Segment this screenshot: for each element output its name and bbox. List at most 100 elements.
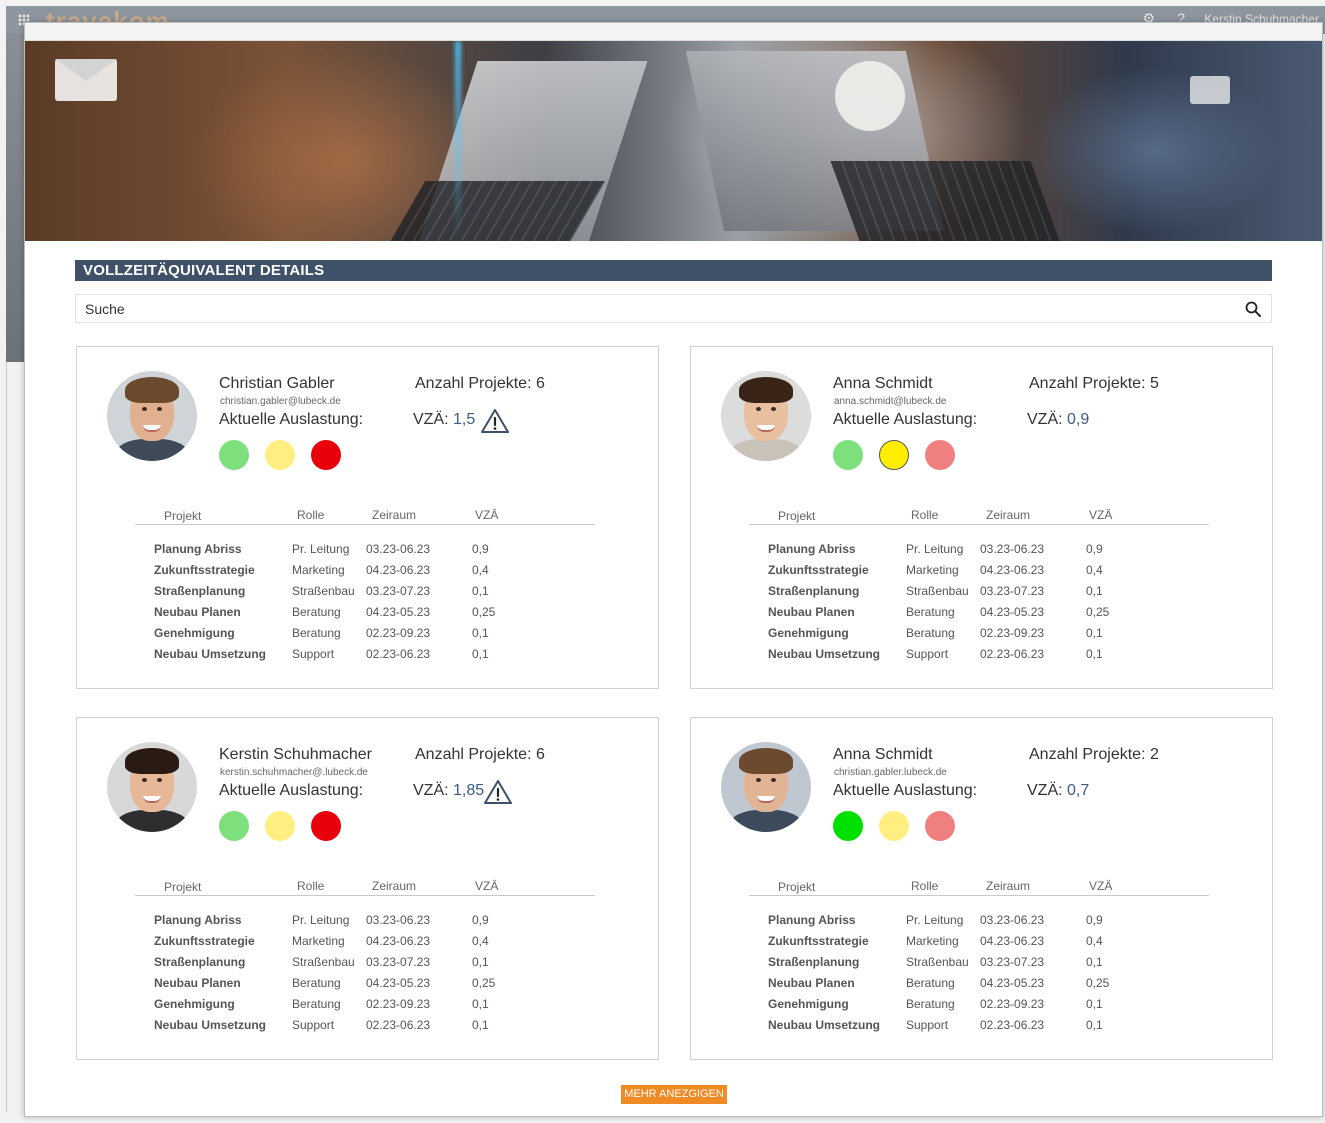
table-row: Planung Abriss Pr. Leitung 03.23-06.23 0… [749,913,1209,934]
row-projekt: Straßenplanung [154,584,246,598]
row-zeitraum: 04.23-05.23 [980,976,1045,990]
row-zeitraum: 03.23-06.23 [366,542,431,556]
row-rolle: Straßenbau [292,584,355,598]
col-vza: VZÄ [475,879,499,893]
section-title: VOLLZEITÄQUIVALENT DETAILS [75,260,1272,281]
row-vza: 0,25 [472,976,496,990]
row-zeitraum: 04.23-05.23 [980,605,1045,619]
row-vza: 0,1 [472,1018,489,1032]
col-rolle: Rolle [297,879,325,893]
row-zeitraum: 04.23-06.23 [366,934,431,948]
row-vza: 0,4 [1086,934,1103,948]
table-header: Projekt Rolle Zeiraum VZÄ [749,876,1209,896]
col-projekt: Projekt [164,880,202,894]
row-zeitraum: 03.23-07.23 [366,955,431,969]
employee-name: Kerstin Schuhmacher [219,746,372,763]
row-vza: 0,4 [1086,563,1103,577]
row-zeitraum: 02.23-06.23 [366,647,431,661]
project-count: Anzahl Projekte: 6 [415,746,545,763]
show-more-button[interactable]: MEHR ANEZGIGEN [621,1085,727,1104]
red-indicator [311,811,341,841]
current-utilization-label: Aktuelle Auslastung: [833,411,978,428]
table-header: Projekt Rolle Zeiraum VZÄ [135,876,595,896]
row-rolle: Straßenbau [906,955,969,969]
employee-email: christian.gabler.lubeck.de [834,767,947,778]
avatar [107,742,197,832]
red-indicator [925,440,955,470]
details-modal: VOLLZEITÄQUIVALENT DETAILS Christian Gab… [24,22,1323,1117]
vza-value: VZÄ: 1,85 [413,782,485,799]
green-indicator [219,440,249,470]
table-row: Neubau Planen Beratung 04.23-05.23 0,25 [749,976,1209,997]
project-count: Anzahl Projekte: 6 [415,375,545,392]
row-zeitraum: 04.23-06.23 [366,563,431,577]
row-vza: 0,1 [472,647,489,661]
warning-icon [484,780,512,804]
row-zeitraum: 02.23-09.23 [366,997,431,1011]
search-icon[interactable] [1245,301,1261,317]
row-projekt: Zukunftsstrategie [768,934,869,948]
employee-name: Christian Gabler [219,375,335,392]
row-rolle: Marketing [906,563,959,577]
row-vza: 0,4 [472,563,489,577]
vza-number: 0,7 [1067,782,1090,799]
row-vza: 0,9 [1086,542,1103,556]
row-zeitraum: 04.23-05.23 [366,605,431,619]
row-vza: 0,9 [472,542,489,556]
avatar [721,742,811,832]
row-projekt: Straßenplanung [154,955,246,969]
table-row: Neubau Umsetzung Support 02.23-06.23 0,1 [135,1018,595,1039]
col-vza: VZÄ [1089,879,1113,893]
employee-name: Anna Schmidt [833,746,933,763]
row-projekt: Genehmigung [154,626,235,640]
col-projekt: Projekt [778,509,816,523]
search-input[interactable] [76,295,1226,322]
row-vza: 0,1 [472,584,489,598]
table-row: Neubau Umsetzung Support 02.23-06.23 0,1 [749,647,1209,668]
row-vza: 0,25 [1086,976,1110,990]
row-projekt: Straßenplanung [768,584,860,598]
employee-name: Anna Schmidt [833,375,933,392]
row-rolle: Marketing [292,563,345,577]
row-rolle: Beratung [906,605,955,619]
row-vza: 0,1 [1086,647,1103,661]
row-zeitraum: 02.23-06.23 [366,1018,431,1032]
row-zeitraum: 03.23-06.23 [980,542,1045,556]
row-zeitraum: 03.23-07.23 [980,955,1045,969]
row-projekt: Planung Abriss [154,913,242,927]
warning-icon [481,409,509,433]
table-header: Projekt Rolle Zeiraum VZÄ [749,505,1209,525]
employee-card: Anna Schmidt anna.schmidt@lubeck.de Aktuel… [690,346,1273,689]
row-projekt: Zukunftsstrategie [154,563,255,577]
row-rolle: Support [906,1018,949,1032]
table-row: Zukunftsstrategie Marketing 04.23-06.23 … [749,934,1209,955]
row-zeitraum: 02.23-06.23 [980,1018,1045,1032]
avatar [107,371,197,461]
row-projekt: Neubau Planen [154,976,241,990]
row-zeitraum: 02.23-06.23 [980,647,1045,661]
envelope-icon [55,59,117,101]
col-zeitraum: Zeiraum [986,879,1031,893]
green-indicator [219,811,249,841]
red-indicator [925,811,955,841]
row-zeitraum: 03.23-06.23 [980,913,1045,927]
row-vza: 0,1 [1086,997,1103,1011]
col-zeitraum: Zeiraum [372,879,417,893]
row-projekt: Zukunftsstrategie [154,934,255,948]
table-row: Zukunftsstrategie Marketing 04.23-06.23 … [135,563,595,584]
avatar [721,371,811,461]
col-vza: VZÄ [475,508,499,522]
employee-card: Anna Schmidt christian.gabler.lubeck.de Ak… [690,717,1273,1060]
table-row: Neubau Umsetzung Support 02.23-06.23 0,1 [749,1018,1209,1039]
table-row: Straßenplanung Straßenbau 03.23-07.23 0,… [749,955,1209,976]
row-vza: 0,1 [1086,1018,1103,1032]
background-sidebar [6,34,24,362]
table-row: Straßenplanung Straßenbau 03.23-07.23 0,… [135,955,595,976]
row-vza: 0,1 [1086,955,1103,969]
yellow-indicator [265,440,295,470]
table-row: Planung Abriss Pr. Leitung 03.23-06.23 0… [749,542,1209,563]
table-row: Genehmigung Beratung 02.23-09.23 0,1 [135,997,595,1018]
row-vza: 0,9 [1086,913,1103,927]
row-projekt: Neubau Umsetzung [154,647,267,661]
row-projekt: Planung Abriss [768,542,856,556]
